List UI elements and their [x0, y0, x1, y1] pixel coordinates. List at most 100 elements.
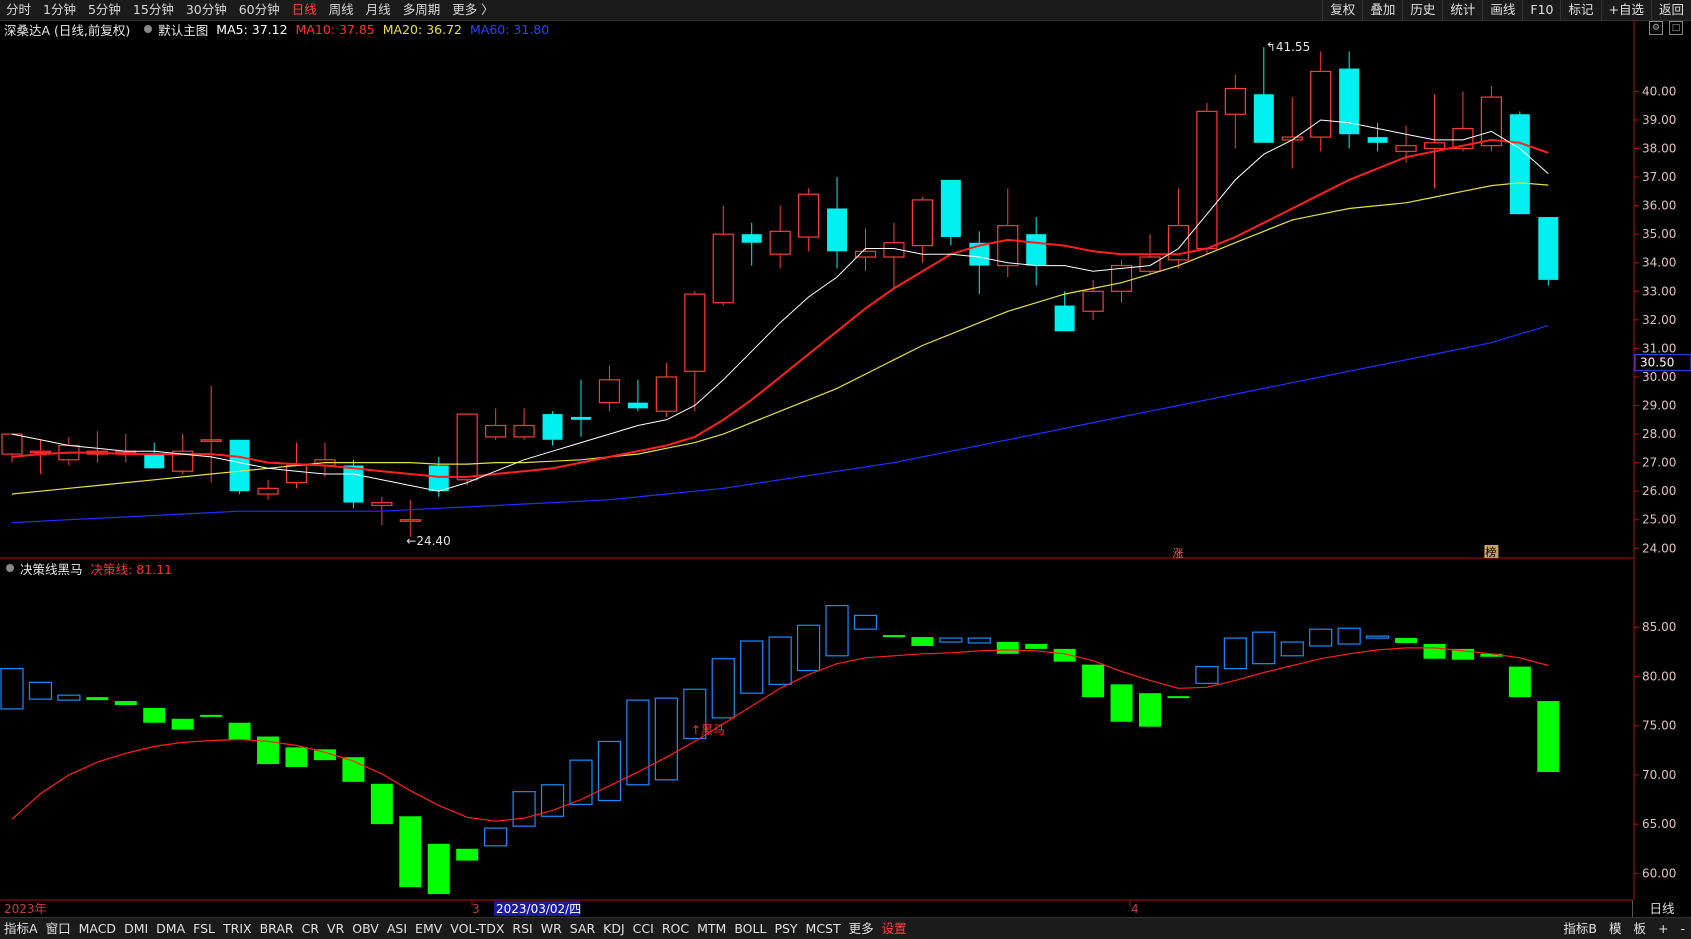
- indicator-tab-7[interactable]: BRAR: [256, 918, 298, 939]
- ma5-line: [11, 119, 1549, 492]
- indicator-bar: [1365, 635, 1390, 639]
- indicator-tab-21[interactable]: BOLL: [730, 918, 770, 939]
- candle-body: [29, 450, 52, 454]
- indicator-tab-22[interactable]: PSY: [770, 918, 801, 939]
- indicator-bar: [711, 658, 735, 719]
- indicator-tab-17[interactable]: KDJ: [599, 918, 629, 939]
- indicator-bar: [399, 816, 422, 888]
- date-cursor-label: 2023/03/02/四: [496, 902, 581, 916]
- indicator-tab-15[interactable]: WR: [537, 918, 566, 939]
- indicator-right-3[interactable]: +: [1652, 918, 1674, 939]
- price-tick-label: 34.00: [1642, 256, 1676, 270]
- candle-body: [655, 376, 677, 412]
- candle-body: [1026, 234, 1047, 266]
- indicator-tab-24[interactable]: 更多: [845, 918, 878, 939]
- candle-body: [1423, 142, 1446, 150]
- indicator-right-0[interactable]: 指标B: [1557, 918, 1603, 939]
- candle-body: [144, 454, 165, 469]
- indicator-bar: [1252, 631, 1276, 665]
- indicator-tab-1[interactable]: 窗口: [42, 918, 75, 939]
- candle-body: [797, 193, 820, 238]
- indicator-tick-label: 85.00: [1642, 620, 1676, 634]
- indicator-bar: [1223, 637, 1247, 670]
- candle-body: [1538, 217, 1559, 280]
- indicator-tab-18[interactable]: CCI: [629, 918, 658, 939]
- indicator-bar: [569, 759, 593, 806]
- price-tick-label: 35.00: [1642, 227, 1676, 241]
- indicator-tab-20[interactable]: MTM: [693, 918, 730, 939]
- indicator-tab-3[interactable]: DMI: [120, 918, 152, 939]
- indicator-right-2[interactable]: 板: [1627, 918, 1652, 939]
- indicator-bar: [1139, 693, 1161, 727]
- zhang-marker: 涨: [1172, 547, 1183, 560]
- candle-body: [456, 413, 478, 481]
- indicator-bars: [0, 604, 1560, 895]
- indicator-bar: [28, 681, 53, 700]
- indicator-bar: [1082, 664, 1105, 698]
- ma10-line: [11, 138, 1549, 478]
- indicator-bar: [228, 722, 251, 740]
- indicator-bar: [171, 718, 194, 730]
- price-tick-label: 38.00: [1642, 142, 1676, 156]
- low-price-label: ←24.40: [406, 534, 450, 548]
- indicator-tab-9[interactable]: VR: [323, 918, 348, 939]
- indicator-bar: [285, 747, 308, 768]
- indicator-bar: [114, 701, 137, 706]
- indicator-bar: [597, 740, 622, 802]
- price-tick-label: 32.00: [1642, 313, 1676, 327]
- candle-body: [1367, 137, 1388, 143]
- candle-body: [911, 199, 934, 247]
- indicator-tick-label: 65.00: [1642, 817, 1676, 831]
- high-price-label: ↰41.55: [1266, 40, 1310, 54]
- indicator-bar: [512, 791, 536, 827]
- indicator-bar: [796, 624, 821, 672]
- kline-chart[interactable]: 40.00 39.00 38.00 37.00 36.00 35.00 34.00 33.00…: [0, 0, 1691, 917]
- candle-body: [712, 233, 734, 304]
- candle-body: [1054, 305, 1075, 332]
- candle-body: [571, 416, 591, 420]
- date-year-label: 2023年: [4, 902, 47, 916]
- candle-body: [684, 293, 706, 372]
- indicator-bar: [1309, 628, 1333, 647]
- indicator-toolbar-right: 指标B 模板 + -: [1557, 918, 1691, 939]
- candle-body: [1, 433, 23, 455]
- indicator-tab-5[interactable]: FSL: [189, 918, 219, 939]
- price-tick-label: 33.00: [1642, 284, 1676, 298]
- price-tick-label: 39.00: [1642, 113, 1676, 127]
- indicator-tab-11[interactable]: ASI: [383, 918, 411, 939]
- indicator-bar: [740, 640, 764, 694]
- indicator-tab-23[interactable]: MCST: [802, 918, 845, 939]
- indicator-tab-6[interactable]: TRIX: [219, 918, 256, 939]
- indicator-bar: [1537, 701, 1560, 772]
- price-tick-label: 29.00: [1642, 399, 1676, 413]
- indicator-tab-2[interactable]: MACD: [75, 918, 120, 939]
- candle-body: [371, 502, 393, 507]
- indicator-tab-14[interactable]: RSI: [508, 918, 536, 939]
- candle-body: [399, 519, 421, 522]
- indicator-right-4[interactable]: -: [1674, 918, 1691, 939]
- indicator-tab-0[interactable]: 指标A: [0, 918, 42, 939]
- candle-body: [200, 439, 222, 442]
- indicator-bar: [86, 697, 109, 701]
- indicator-bar: [200, 714, 223, 717]
- indicator-tab-13[interactable]: VOL-TDX: [446, 918, 508, 939]
- indicator-tab-10[interactable]: OBV: [348, 918, 383, 939]
- period-label[interactable]: 日线: [1632, 900, 1691, 917]
- price-tick-label: 37.00: [1642, 170, 1676, 184]
- indicator-bar: [427, 843, 450, 895]
- indicator-tab-25[interactable]: 设置: [878, 918, 911, 939]
- indicator-right-1[interactable]: 模: [1603, 918, 1628, 939]
- candle-body: [1480, 96, 1503, 147]
- indicator-bar: [1280, 641, 1304, 657]
- indicator-bar: [939, 637, 963, 643]
- indicator-tab-8[interactable]: CR: [298, 918, 323, 939]
- candle-body: [1196, 110, 1218, 250]
- indicator-toolbar: 指标A 窗口 MACD DMI DMA FSL TRIX BRAR CR VR OBV ASI EMV V…: [0, 917, 1691, 939]
- indicator-tab-16[interactable]: SAR: [566, 918, 599, 939]
- indicator-tab-4[interactable]: DMA: [152, 918, 189, 939]
- indicator-tab-12[interactable]: EMV: [411, 918, 446, 939]
- indicator-tab-19[interactable]: ROC: [658, 918, 693, 939]
- candle-body: [598, 379, 621, 404]
- indicator-tick-label: 70.00: [1642, 768, 1676, 782]
- indicator-bar: [825, 604, 849, 657]
